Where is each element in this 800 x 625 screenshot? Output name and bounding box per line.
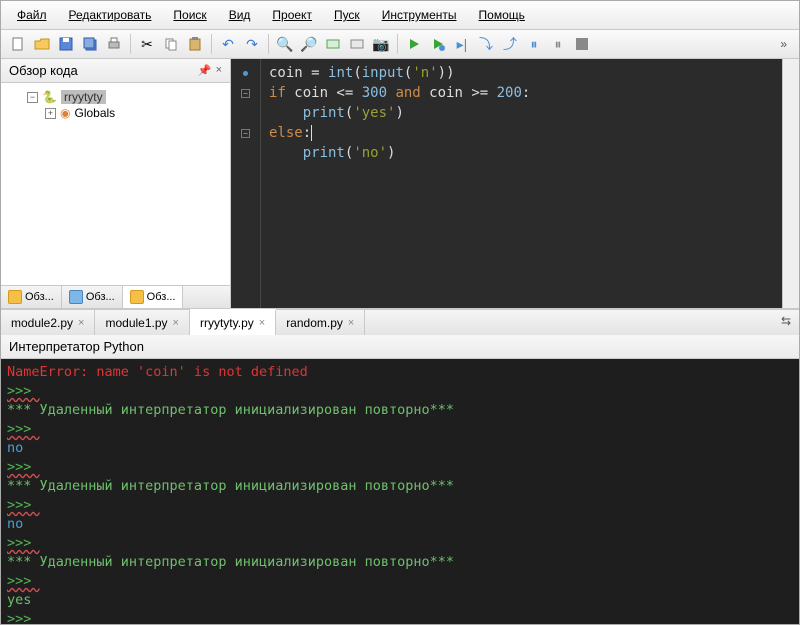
fold-icon[interactable]: − xyxy=(241,129,250,138)
sidebar-tab-1[interactable]: Обз... xyxy=(1,286,62,308)
editor-area: − − coin = int(input('n'))if coin <= 300… xyxy=(231,59,799,308)
redo-button[interactable]: ↷ xyxy=(241,33,263,55)
menu-file[interactable]: Файл xyxy=(9,5,55,25)
interpreter-title: Интерпретатор Python xyxy=(9,339,144,354)
stop-button[interactable] xyxy=(571,33,593,55)
close-tab-icon[interactable]: × xyxy=(173,317,179,329)
undo-button[interactable]: ↶ xyxy=(217,33,239,55)
breakpoint-marker-icon[interactable] xyxy=(243,71,248,76)
paste-button[interactable] xyxy=(184,33,206,55)
tree-child-globals[interactable]: + ◉ Globals xyxy=(9,105,222,121)
editor-tabs: module2.py× module1.py× rryytyty.py× ran… xyxy=(1,309,799,335)
interpreter-header: Интерпретатор Python xyxy=(1,335,799,359)
fold-icon[interactable]: − xyxy=(241,89,250,98)
editor-tab-rryytyty[interactable]: rryytyty.py× xyxy=(190,309,276,335)
toolbar: ✂ ↶ ↷ 🔍 🔎 📷 ▸| ⤵ ⤴ ⏸ ⏸ » xyxy=(1,30,799,59)
close-icon[interactable]: × xyxy=(216,64,222,77)
pause-button[interactable]: ⏸ xyxy=(547,33,569,55)
expand-icon[interactable]: + xyxy=(45,108,56,119)
editor-gutter[interactable]: − − xyxy=(231,59,261,308)
main-area: Обзор кода 📌 × − 🐍 rryytyty + ◉ Globals … xyxy=(1,59,799,309)
editor-tab-module1[interactable]: module1.py× xyxy=(95,310,189,335)
collapse-icon[interactable]: − xyxy=(27,92,38,103)
step-over-button[interactable]: ▸| xyxy=(451,33,473,55)
close-tab-icon[interactable]: × xyxy=(259,317,265,329)
step-out-button[interactable]: ⤴ xyxy=(499,33,521,55)
find-next-button[interactable]: 🔎 xyxy=(298,33,320,55)
tree-root[interactable]: − 🐍 rryytyty xyxy=(9,89,222,105)
breakpoint-button[interactable]: ⏸ xyxy=(523,33,545,55)
menu-tools[interactable]: Инструменты xyxy=(374,5,465,25)
print-button[interactable] xyxy=(103,33,125,55)
find-button[interactable]: 🔍 xyxy=(274,33,296,55)
menu-run[interactable]: Пуск xyxy=(326,5,368,25)
menu-search[interactable]: Поиск xyxy=(165,5,214,25)
sidebar-tab-2[interactable]: Обз... xyxy=(62,286,123,308)
sidebar-tabs: Обз... Обз... Обз... xyxy=(1,285,230,308)
uncomment-button[interactable] xyxy=(346,33,368,55)
close-tab-icon[interactable]: × xyxy=(348,317,354,329)
copy-button[interactable] xyxy=(160,33,182,55)
sidebar-tab-3[interactable]: Обз... xyxy=(123,286,184,308)
menu-bar: Файл Редактировать Поиск Вид Проект Пуск… xyxy=(1,1,799,30)
menu-view[interactable]: Вид xyxy=(221,5,259,25)
sidebar: Обзор кода 📌 × − 🐍 rryytyty + ◉ Globals … xyxy=(1,59,231,308)
menu-project[interactable]: Проект xyxy=(264,5,320,25)
run-button[interactable] xyxy=(403,33,425,55)
cut-button[interactable]: ✂ xyxy=(136,33,158,55)
close-tab-icon[interactable]: × xyxy=(78,317,84,329)
interpreter-console[interactable]: NameError: name 'coin' is not defined>>>… xyxy=(1,359,799,624)
code-editor[interactable]: − − coin = int(input('n'))if coin <= 300… xyxy=(231,59,799,308)
tree-view[interactable]: − 🐍 rryytyty + ◉ Globals xyxy=(1,83,230,285)
sidebar-header: Обзор кода 📌 × xyxy=(1,59,230,83)
python-icon: 🐍 xyxy=(42,90,57,104)
toolbar-overflow-button[interactable]: » xyxy=(774,37,793,51)
code-content[interactable]: coin = int(input('n'))if coin <= 300 and… xyxy=(261,59,782,308)
editor-tab-module2[interactable]: module2.py× xyxy=(1,310,95,335)
save-button[interactable] xyxy=(55,33,77,55)
new-file-button[interactable] xyxy=(7,33,29,55)
globals-icon: ◉ xyxy=(60,106,70,120)
comment-button[interactable] xyxy=(322,33,344,55)
step-into-button[interactable]: ⤵ xyxy=(475,33,497,55)
tabs-overflow-button[interactable]: ⇆ xyxy=(773,310,799,335)
save-all-button[interactable] xyxy=(79,33,101,55)
open-file-button[interactable] xyxy=(31,33,53,55)
menu-help[interactable]: Помощь xyxy=(471,5,533,25)
editor-scrollbar[interactable] xyxy=(782,59,799,308)
editor-tab-random[interactable]: random.py× xyxy=(276,310,365,335)
sidebar-title: Обзор кода xyxy=(9,63,78,78)
pin-icon[interactable]: 📌 xyxy=(198,64,212,77)
screenshot-button[interactable]: 📷 xyxy=(370,33,392,55)
menu-edit[interactable]: Редактировать xyxy=(61,5,160,25)
debug-button[interactable] xyxy=(427,33,449,55)
